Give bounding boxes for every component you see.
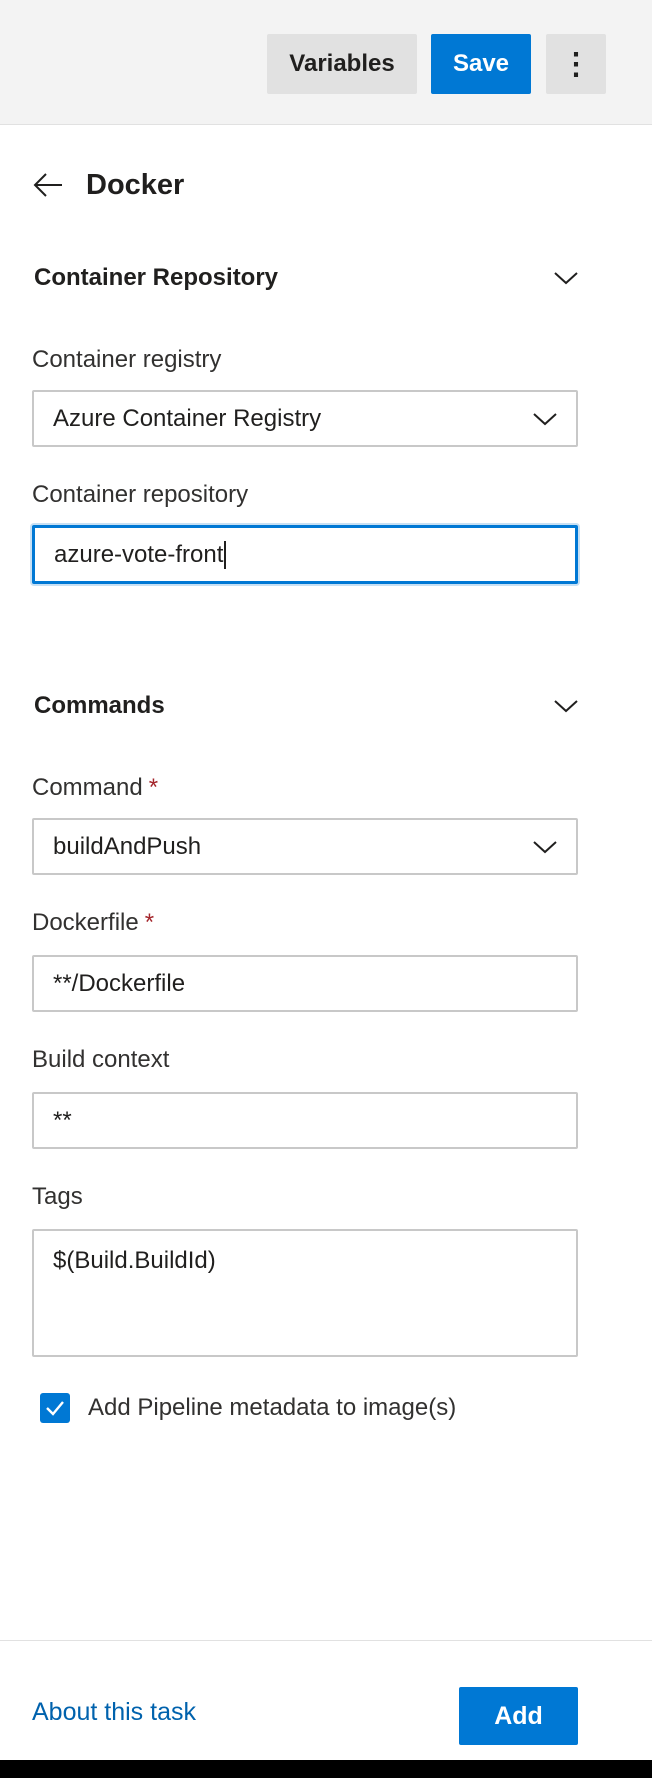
container-repository-label: Container repository	[32, 481, 249, 508]
dockerfile-input[interactable]: **/Dockerfile	[32, 955, 578, 1012]
container-repository-value: azure-vote-front	[54, 540, 224, 568]
section-title: Container Repository	[34, 264, 279, 291]
command-label: Command *	[32, 774, 158, 802]
required-marker: *	[148, 774, 159, 801]
about-task-link[interactable]: About this task	[32, 1698, 196, 1727]
checkmark-icon	[46, 1401, 64, 1416]
build-context-value: **	[53, 1106, 72, 1134]
dockerfile-label: Dockerfile *	[32, 909, 154, 937]
bottom-strip	[0, 1760, 652, 1778]
add-metadata-label: Add Pipeline metadata to image(s)	[88, 1394, 457, 1421]
section-commands[interactable]: Commands	[34, 686, 579, 726]
tags-textarea[interactable]: $(Build.BuildId)	[32, 1229, 578, 1357]
variables-button[interactable]: Variables	[267, 34, 417, 94]
top-toolbar: Variables Save ⋮	[0, 0, 652, 125]
add-metadata-checkbox[interactable]	[40, 1393, 70, 1423]
chevron-down-icon	[532, 839, 558, 855]
panel-footer: About this task Add	[0, 1640, 652, 1760]
save-button[interactable]: Save	[431, 34, 531, 94]
add-button[interactable]: Add	[459, 1687, 578, 1745]
container-registry-select[interactable]: Azure Container Registry	[32, 390, 578, 447]
chevron-down-icon[interactable]	[553, 698, 579, 714]
container-registry-value: Azure Container Registry	[53, 404, 322, 432]
command-value: buildAndPush	[53, 832, 202, 860]
chevron-down-icon[interactable]	[553, 270, 579, 286]
more-vertical-icon: ⋮	[561, 47, 591, 81]
container-repository-input[interactable]: azure-vote-front	[32, 525, 578, 584]
dockerfile-value: **/Dockerfile	[53, 969, 186, 997]
section-title: Commands	[34, 692, 165, 719]
add-metadata-option[interactable]: Add Pipeline metadata to image(s)	[40, 1393, 456, 1423]
section-container-repository[interactable]: Container Repository	[34, 258, 579, 298]
text-cursor	[224, 540, 227, 569]
required-marker: *	[144, 909, 155, 936]
build-context-label: Build context	[32, 1046, 170, 1073]
container-registry-label: Container registry	[32, 346, 222, 373]
command-select[interactable]: buildAndPush	[32, 818, 578, 875]
command-label-text: Command	[32, 774, 143, 801]
arrow-left-icon[interactable]	[32, 169, 64, 201]
dockerfile-label-text: Dockerfile	[32, 909, 139, 936]
more-options-button[interactable]: ⋮	[546, 34, 606, 94]
tags-label: Tags	[32, 1183, 83, 1210]
chevron-down-icon	[532, 411, 558, 427]
panel-header: Docker	[32, 160, 592, 210]
panel-title: Docker	[86, 168, 185, 201]
build-context-input[interactable]: **	[32, 1092, 578, 1149]
tags-value: $(Build.BuildId)	[53, 1247, 216, 1274]
